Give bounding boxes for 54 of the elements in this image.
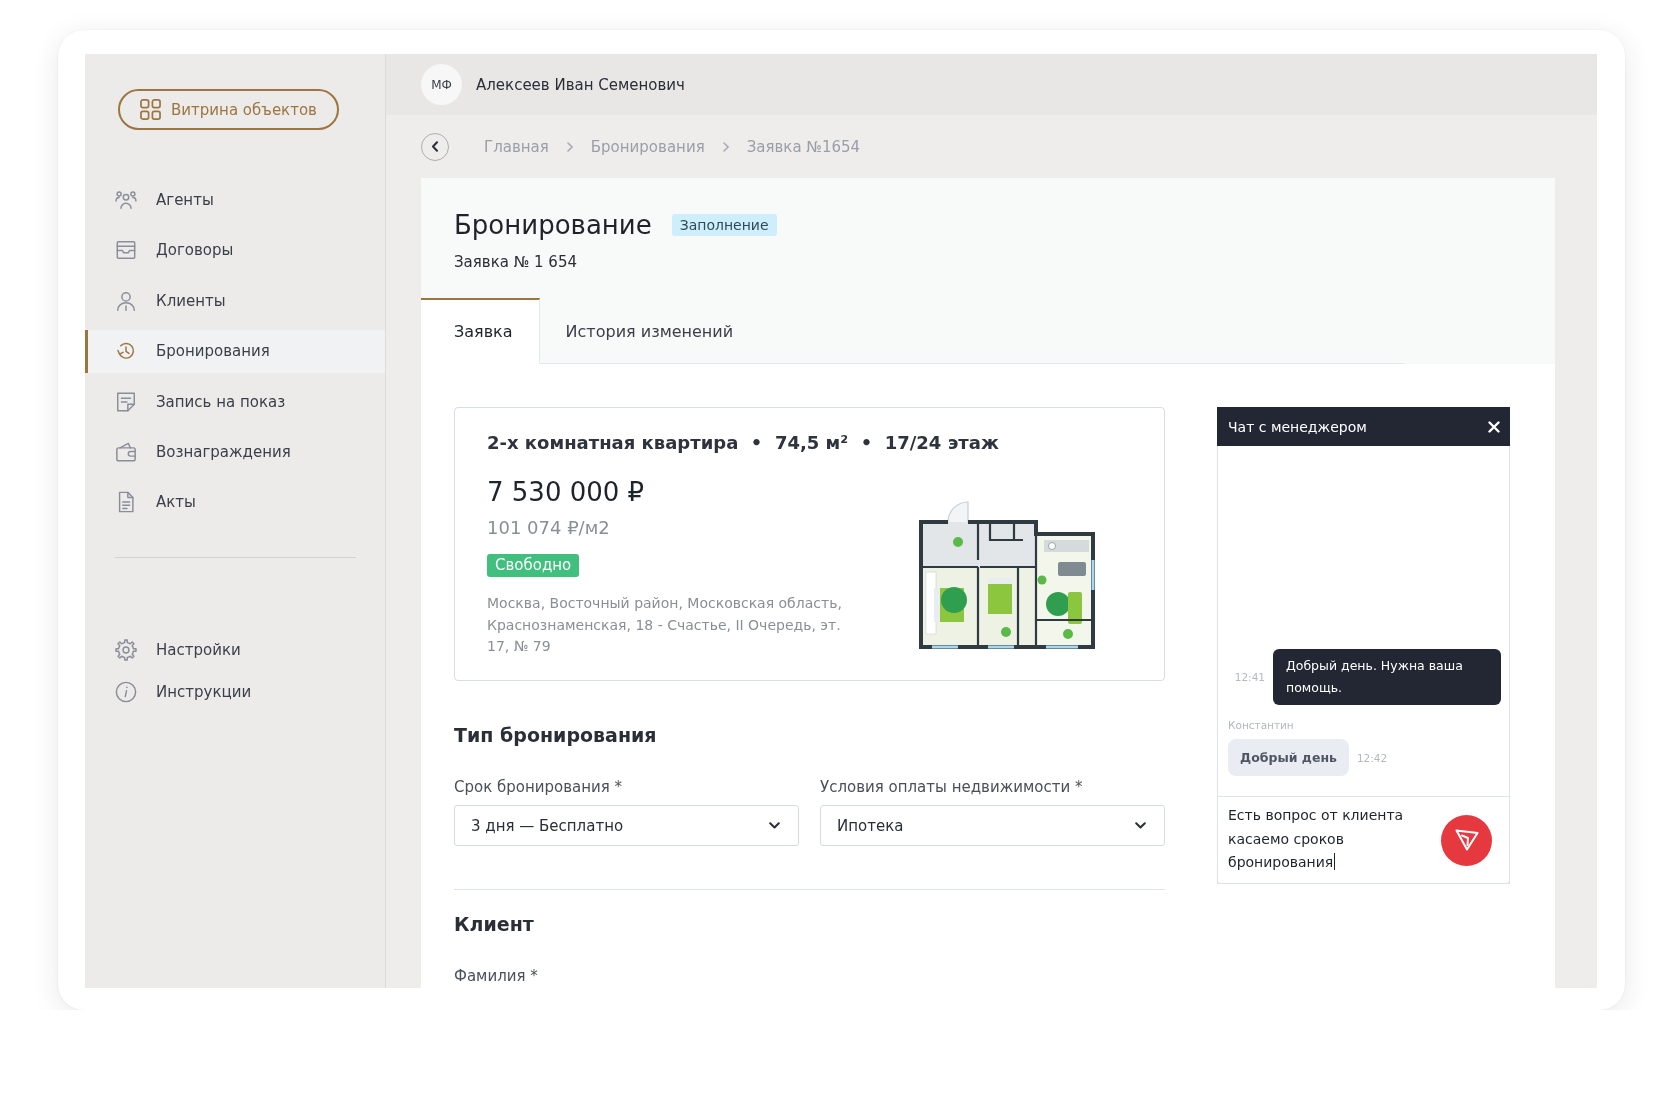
field-label: Срок бронирования *	[454, 777, 623, 797]
chevron-left-icon	[431, 141, 439, 152]
field-label: Фамилия *	[454, 966, 538, 986]
settings-icon	[115, 638, 137, 661]
tab[interactable]: Заявка	[421, 298, 540, 364]
message-time: 12:42	[1356, 751, 1388, 764]
message-time: 12:41	[1234, 671, 1265, 683]
availability-badge: Свободно	[487, 554, 580, 577]
info-icon	[115, 680, 137, 703]
nav-item[interactable]: Настройки	[85, 628, 385, 671]
dropdown-select[interactable]: Ипотека	[820, 805, 1165, 846]
nav-item[interactable]: Запись на показ	[85, 380, 385, 424]
user-name: Алексеев Иван Семенович	[476, 75, 685, 94]
property-title: 2-х комнатная квартира • 74,5 м² • 17/24 этаж	[487, 431, 999, 455]
price-text: 7 530 000 ₽	[487, 476, 645, 508]
close-icon	[1488, 420, 1500, 433]
user-avatar[interactable]: МФ	[421, 64, 462, 105]
nav-item[interactable]: Инструкции	[85, 670, 385, 713]
send-button[interactable]	[1441, 814, 1492, 866]
grid-icon	[140, 99, 162, 120]
section-heading: Тип бронирования	[454, 723, 657, 747]
breadcrumb-current: Заявка №1654	[746, 137, 861, 156]
person-icon	[115, 289, 137, 312]
chat-title: Чат с менеджером	[1228, 418, 1367, 435]
tray-icon	[115, 239, 137, 262]
property-address: Москва, Восточный район, Московская область, Краснознаменская, 18 - Счастье, II Очередь, эт. 17, № 79	[487, 594, 843, 656]
nav-item[interactable]: Вознаграждения	[85, 430, 385, 474]
field-label: Условия оплаты недвижимости *	[820, 777, 1083, 797]
wallet-icon	[115, 440, 137, 463]
close-button[interactable]	[1488, 420, 1500, 433]
send-icon	[1454, 829, 1479, 851]
chevron-down-icon	[1135, 822, 1146, 829]
nav-item[interactable]: Бронирования	[85, 329, 385, 373]
request-number: Заявка № 1 654	[454, 252, 577, 272]
dropdown-select[interactable]: 3 дня — Бесплатно	[454, 805, 799, 846]
people-group-icon	[115, 189, 137, 211]
nav-item[interactable]: Клиенты	[85, 279, 385, 323]
status-badge: Заполнение	[671, 214, 777, 236]
note-icon	[115, 390, 137, 413]
nav-item[interactable]: Агенты	[85, 178, 385, 222]
incoming-message: Добрый день	[1228, 739, 1349, 776]
showcase-button[interactable]: Витрина объектов	[118, 89, 339, 130]
chevron-right-icon	[722, 141, 729, 152]
section-heading: Клиент	[454, 912, 534, 936]
chevron-right-icon	[566, 141, 573, 152]
outgoing-message: Добрый день. Нужна ваша помощь.	[1273, 649, 1501, 705]
message-author: Константин	[1228, 719, 1294, 731]
page-title: Бронирование	[454, 209, 652, 241]
chevron-down-icon	[769, 822, 780, 829]
tab[interactable]: История изменений	[539, 298, 760, 364]
nav-item[interactable]: Акты	[85, 480, 385, 524]
price-per-meter: 101 074 ₽/м2	[487, 516, 610, 540]
message-input[interactable]: Есть вопрос от клиента касаемо сроков бронирования	[1228, 804, 1428, 875]
nav-item[interactable]: Договоры	[85, 228, 385, 272]
